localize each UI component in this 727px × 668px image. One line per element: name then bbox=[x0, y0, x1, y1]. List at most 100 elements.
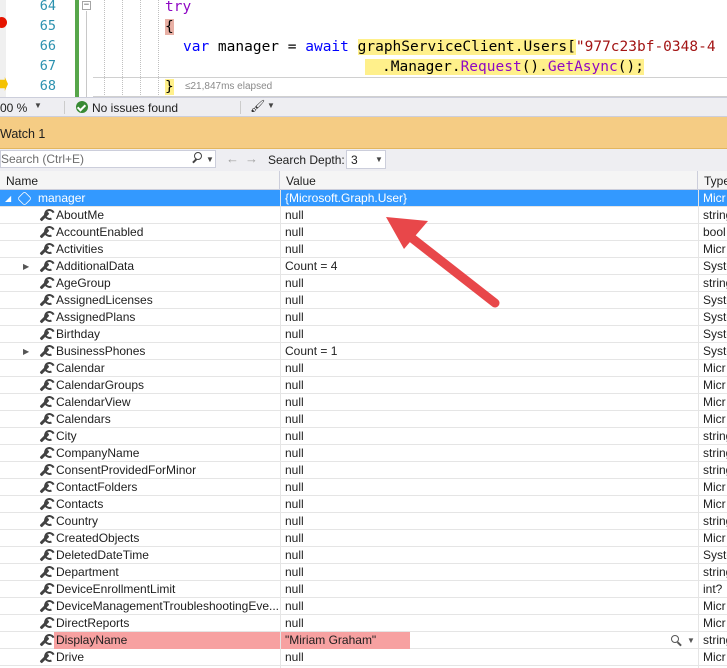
chevron-down-icon[interactable]: ▼ bbox=[34, 101, 42, 110]
watch-row[interactable]: AboutMenullstring bbox=[0, 207, 727, 224]
code-cleanup-icon[interactable]: 🖌 bbox=[250, 99, 265, 113]
search-previous-icon[interactable]: ← bbox=[226, 151, 239, 166]
property-wrench-icon bbox=[37, 464, 51, 477]
property-value: null bbox=[285, 616, 304, 630]
property-wrench-icon bbox=[37, 498, 51, 511]
property-wrench-icon bbox=[37, 600, 51, 613]
string-literal: "977c23bf-0348-4 bbox=[575, 39, 716, 55]
property-value: null bbox=[285, 480, 304, 494]
watch-row[interactable]: Calendar null Micr bbox=[0, 360, 727, 377]
property-type: Micr bbox=[703, 378, 726, 392]
search-box[interactable]: ▼ bbox=[0, 150, 216, 168]
property-wrench-icon bbox=[37, 549, 51, 562]
property-name: CalendarGroups bbox=[56, 378, 145, 392]
property-value: null bbox=[285, 446, 304, 460]
property-wrench-icon bbox=[37, 532, 51, 545]
column-header-label: Type bbox=[704, 174, 727, 188]
search-next-icon[interactable]: → bbox=[245, 151, 258, 166]
open-brace: { bbox=[165, 19, 174, 35]
property-type: bool bbox=[703, 225, 726, 239]
watch-row[interactable]: ConsentProvidedForMinor null string bbox=[0, 462, 727, 479]
code-line-68[interactable]: } bbox=[165, 77, 174, 97]
watch-row[interactable]: Country null string bbox=[0, 513, 727, 530]
watch-row[interactable]: Contacts null Micr bbox=[0, 496, 727, 513]
object-icon bbox=[17, 191, 32, 206]
divider bbox=[64, 101, 65, 114]
watch-toolbar: ▼ ← → Search Depth: 3 ▼ bbox=[0, 149, 727, 171]
perf-tip[interactable]: ≤21,847ms elapsed bbox=[185, 81, 272, 92]
code-line-65[interactable]: { bbox=[165, 17, 174, 37]
property-type: string bbox=[703, 463, 727, 477]
column-header-value[interactable]: Value bbox=[280, 171, 698, 190]
keyword-try: try bbox=[165, 0, 192, 15]
watch-row[interactable]: DeviceManagementTroubleshootingEve... nul… bbox=[0, 598, 727, 615]
property-wrench-icon bbox=[37, 294, 51, 307]
watch-row[interactable]: CreatedObjects null Micr bbox=[0, 530, 727, 547]
search-icon[interactable] bbox=[191, 152, 202, 163]
watch-row[interactable]: ▶AdditionalDataCount = 4Syste bbox=[0, 258, 727, 275]
watch-row[interactable]: Activities null Micr bbox=[0, 241, 727, 258]
property-name: AssignedLicenses bbox=[56, 293, 153, 307]
column-header-label: Value bbox=[286, 174, 316, 188]
column-divider bbox=[698, 190, 699, 668]
watch-row[interactable]: DeviceEnrollmentLimit null int? bbox=[0, 581, 727, 598]
watch-window-title-bar[interactable]: Watch 1 bbox=[0, 117, 727, 149]
expand-arrow-icon[interactable]: ▶ bbox=[23, 343, 29, 360]
property-wrench-icon bbox=[37, 634, 51, 647]
search-depth-select[interactable]: 3 ▼ bbox=[346, 150, 386, 169]
code-line-67[interactable]: .Manager.Request().GetAsync(); bbox=[365, 57, 644, 77]
issues-status[interactable]: No issues found bbox=[92, 101, 178, 115]
watch-row-displayname[interactable]: DisplayName "Miriam Graham" ▼ string bbox=[0, 632, 727, 649]
property-type: Micr bbox=[703, 616, 726, 630]
watch-row[interactable]: ▶ BusinessPhones Count = 1 Syste bbox=[0, 343, 727, 360]
code-editor[interactable]: 64 65 66 67 68 − try { var manager = awa… bbox=[0, 0, 727, 97]
column-divider bbox=[280, 190, 281, 668]
watch-row[interactable]: DirectReports null Micr bbox=[0, 615, 727, 632]
watch-row[interactable]: DeletedDateTime null Syste bbox=[0, 547, 727, 564]
method-getasync: GetAsync bbox=[547, 59, 618, 75]
watch-row[interactable]: Department null string bbox=[0, 564, 727, 581]
code-line-64[interactable]: try bbox=[165, 0, 191, 17]
expand-arrow-icon[interactable]: ▶ bbox=[23, 258, 29, 275]
watch-row[interactable]: City null string bbox=[0, 428, 727, 445]
watch-row[interactable]: AgeGroupnullstring bbox=[0, 275, 727, 292]
watch-row[interactable]: CalendarGroups null Micr bbox=[0, 377, 727, 394]
watch-row[interactable]: AccountEnabled null bool bbox=[0, 224, 727, 241]
property-wrench-icon bbox=[37, 481, 51, 494]
watch-row[interactable]: ContactFolders null Micr bbox=[0, 479, 727, 496]
watch-row[interactable]: AssignedLicensesnullSyste bbox=[0, 292, 727, 309]
property-value: null bbox=[285, 548, 304, 562]
watch-row[interactable]: CalendarView null Micr bbox=[0, 394, 727, 411]
chevron-down-icon[interactable]: ▼ bbox=[267, 101, 275, 110]
zoom-level[interactable]: 00 % bbox=[0, 101, 27, 115]
property-value: null bbox=[285, 378, 304, 392]
collapse-icon[interactable]: − bbox=[82, 1, 91, 10]
visualizer-search-icon[interactable] bbox=[671, 635, 681, 645]
search-input[interactable] bbox=[1, 151, 181, 167]
watch-row-root[interactable]: ◢ manager {Microsoft.Graph.User} Micr bbox=[0, 190, 727, 207]
property-name: DirectReports bbox=[56, 616, 130, 630]
watch-row[interactable]: Drive null Micr bbox=[0, 649, 727, 666]
collapse-arrow-icon[interactable]: ◢ bbox=[5, 190, 11, 207]
property-value: null bbox=[285, 361, 304, 375]
chevron-down-icon[interactable]: ▼ bbox=[206, 155, 214, 164]
property-type: string bbox=[703, 429, 727, 443]
property-type: string bbox=[703, 208, 727, 222]
property-type: Syste bbox=[703, 293, 727, 307]
property-value: null bbox=[285, 531, 304, 545]
chevron-down-icon[interactable]: ▼ bbox=[687, 632, 695, 649]
watch-row[interactable]: AssignedPlansnullSyste bbox=[0, 309, 727, 326]
property-type: Micr bbox=[703, 480, 726, 494]
column-header-type[interactable]: Type bbox=[698, 171, 727, 190]
property-type: Syste bbox=[703, 548, 727, 562]
watch-row[interactable]: Birthday null Syste bbox=[0, 326, 727, 343]
property-type: Syste bbox=[703, 310, 727, 324]
watch-row[interactable]: CompanyName null string bbox=[0, 445, 727, 462]
code-line-66[interactable]: var manager = await graphServiceClient.U… bbox=[183, 37, 716, 57]
watch-row[interactable]: Calendars null Micr bbox=[0, 411, 727, 428]
column-header-name[interactable]: Name bbox=[0, 171, 280, 190]
property-name: DeviceManagementTroubleshootingEve... bbox=[56, 599, 280, 613]
column-header-label: Name bbox=[6, 174, 39, 188]
property-wrench-icon bbox=[37, 345, 51, 358]
line-number: 66 bbox=[39, 38, 56, 54]
